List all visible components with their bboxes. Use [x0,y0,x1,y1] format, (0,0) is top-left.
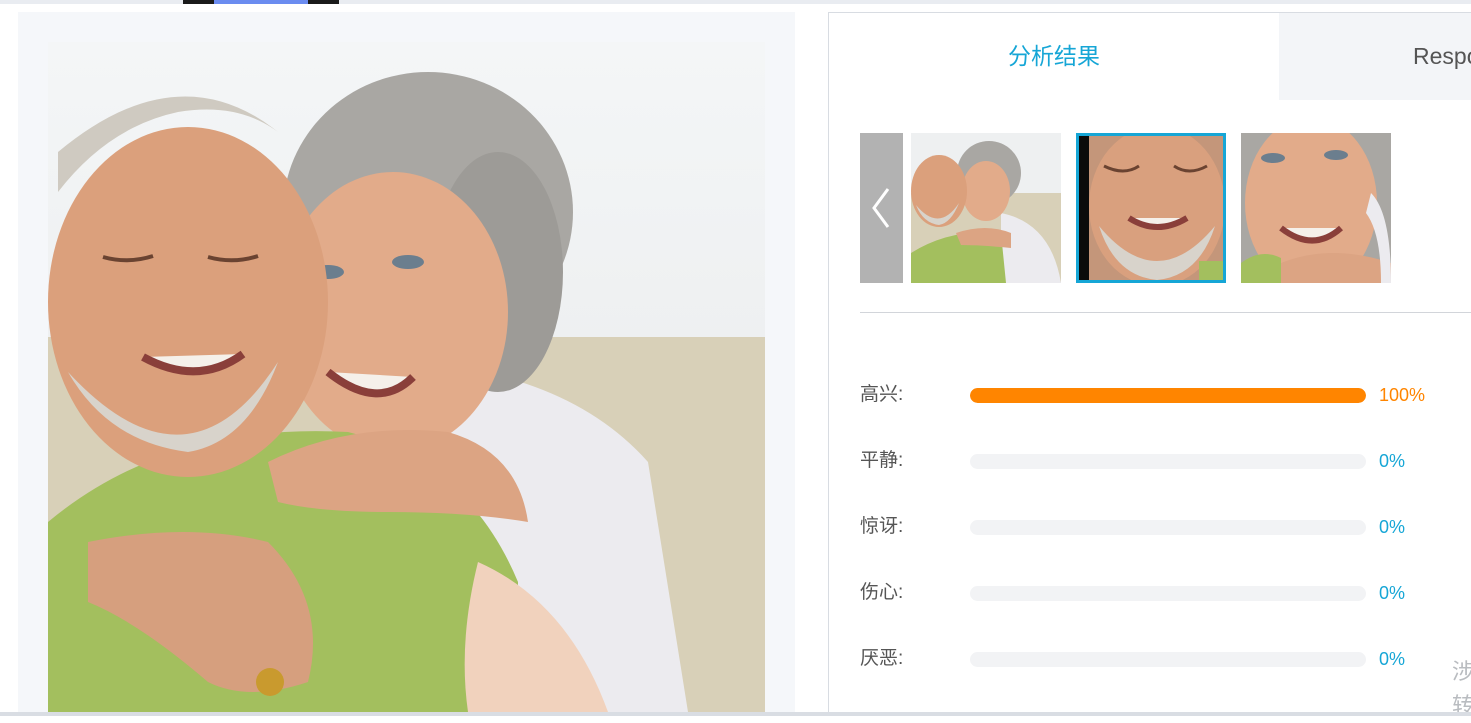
emotion-row-calm: 平静: 0% [860,446,1471,476]
analysis-panel: 分析结果 Respo [828,12,1471,712]
emotion-bar-track [970,388,1366,403]
chevron-left-icon [872,188,890,228]
emotion-value: 100% [1379,385,1426,405]
emotion-value: 0% [1379,583,1406,603]
emotion-label: 厌恶: [860,648,904,669]
couple-illustration [48,72,765,712]
bottom-border [0,712,1471,716]
emotion-bar-track [970,454,1366,469]
emotion-bar-track [970,586,1366,601]
emotion-bar-track [970,520,1366,535]
uploaded-photo [48,42,765,712]
prev-button[interactable] [860,133,903,283]
section-divider [860,312,1471,313]
thumbnail-man-face[interactable] [1076,133,1226,283]
tab-analysis-result[interactable]: 分析结果 [829,13,1279,100]
emotion-value: 0% [1379,649,1406,669]
image-preview-panel [18,12,795,712]
emotion-bar-track [970,652,1366,667]
emotion-bar-fill [970,388,1366,403]
emotion-label: 伤心: [860,582,904,603]
emotion-label: 惊讶: [860,516,904,537]
emotion-label: 平静: [860,450,904,471]
emotion-row-disgust: 厌恶: 0% [860,644,1471,674]
emotion-row-surprised: 惊讶: 0% [860,512,1471,542]
tab-response[interactable]: Respo [1279,13,1471,100]
top-progress-strip [0,0,1471,4]
emotion-value: 0% [1379,517,1406,537]
thumbnail-couple[interactable] [911,133,1061,283]
emotion-row-sad: 伤心: 0% [860,578,1471,608]
emotion-label: 高兴: [860,384,904,405]
thumbnail-woman-face[interactable] [1241,133,1391,283]
emotion-row-happy: 高兴: 100% [860,380,1471,410]
top-strip-highlight [214,0,308,4]
emotion-value: 0% [1379,451,1406,471]
